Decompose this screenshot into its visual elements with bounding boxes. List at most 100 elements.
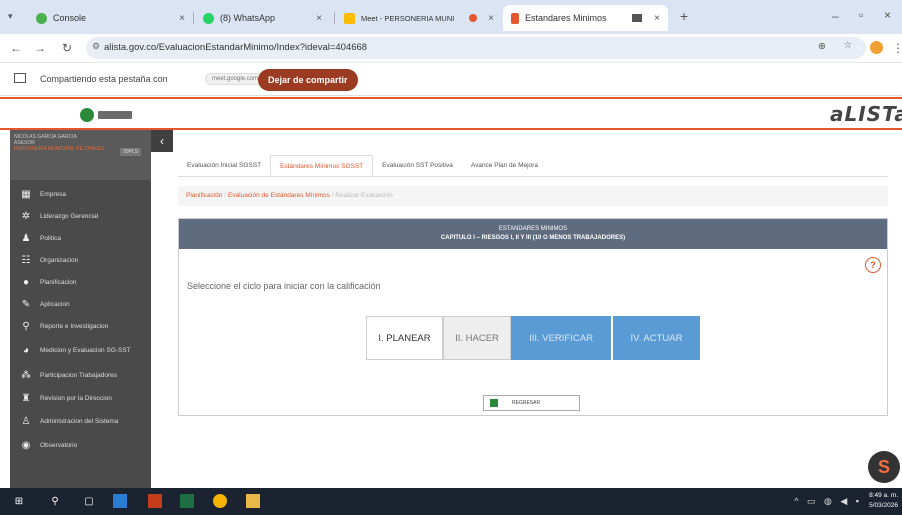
close-window-icon[interactable]: × <box>884 8 891 22</box>
sidebar-item-label: Administracion del Sistema <box>40 417 119 425</box>
close-icon[interactable]: × <box>488 13 494 24</box>
profile-avatar[interactable] <box>870 41 883 54</box>
search-icon[interactable]: ⚲ <box>48 494 62 508</box>
sidebar-item-label: Planificacion <box>40 278 77 286</box>
sidebar-item-label: Revision por la Direccion <box>40 394 112 402</box>
word-icon[interactable] <box>113 494 127 508</box>
cycle-actuar-button[interactable]: IV. ACTUAR <box>613 316 700 360</box>
back-label: REGRESAR <box>512 400 541 406</box>
breadcrumb: Planificación / Evaluación de Estándares… <box>178 186 888 206</box>
tab-meet[interactable]: Meet - PERSONERIA MUNI × <box>336 5 502 31</box>
help-icon[interactable]: ? <box>865 257 881 273</box>
clock-time: 8:49 a. m. <box>869 492 898 499</box>
breadcrumb-current: Realizar Evaluación <box>335 192 393 199</box>
sidebar-item-liderazgo[interactable]: ✲ Liderazgo Gerencial <box>10 205 151 227</box>
tab-console[interactable]: Console × <box>28 5 193 31</box>
close-icon[interactable]: × <box>654 13 660 24</box>
forward-icon[interactable]: → <box>34 41 46 55</box>
tab-evaluacion-inicial[interactable]: Evaluación Inicial SGSST <box>178 155 270 176</box>
url-text: alista.gov.co/EvaluacionEstandarMinimo/I… <box>104 42 368 53</box>
back-icon[interactable]: ← <box>10 41 22 55</box>
tab-estandares[interactable]: Estandares Minimos × <box>503 5 668 31</box>
tab-list-icon[interactable]: ▾ <box>8 11 13 22</box>
tab-estandares-minimos[interactable]: Estándares Mínimos SGSST <box>270 155 374 176</box>
meet-favicon-icon <box>344 12 355 24</box>
sidebar-item-label: Empresa <box>40 190 67 198</box>
tab-label: Console <box>53 13 87 23</box>
sidebar-item-label: Aplicacion <box>40 300 70 308</box>
back-arrow-icon <box>490 399 498 407</box>
back-button[interactable]: REGRESAR <box>483 395 580 411</box>
sidebar-item-politica[interactable]: ♟ Politica <box>10 227 151 249</box>
cycle-planear-button[interactable]: I. PLANEAR <box>366 316 443 360</box>
sidebar-item-reporte[interactable]: ⚲ Reporte e Investigacion <box>10 315 151 337</box>
tab-label: Estandares Minimos <box>525 13 607 23</box>
sidebar-item-label: Politica <box>40 234 61 242</box>
chevron-left-icon: ‹ <box>160 134 164 148</box>
share-target-chip: meet.google.com <box>205 73 266 85</box>
tab-whatsapp[interactable]: (8) WhatsApp × <box>195 5 330 31</box>
menu-kebab-icon[interactable]: ⋮ <box>892 41 902 55</box>
system-tray-icons[interactable]: ^ ▭ ◍ ◀ ▪ <box>794 496 862 507</box>
stop-sharing-button[interactable]: Dejar de compartir <box>258 69 358 91</box>
panel-title: ESTANDARES MINIMOS <box>498 226 568 232</box>
powerpoint-icon[interactable] <box>148 494 162 508</box>
admin-icon: ♙ <box>21 415 31 427</box>
browser-tab-bar: ▾ Console × (8) WhatsApp × Meet - PERSON… <box>0 0 902 34</box>
cycle-hacer-button[interactable]: II. HACER <box>443 316 511 360</box>
minimize-icon[interactable]: – <box>832 9 839 23</box>
plan-icon: ● <box>22 276 30 288</box>
sidebar-item-empresa[interactable]: ▦ Empresa <box>10 183 151 205</box>
breadcrumb-planificacion[interactable]: Planificación <box>186 192 223 199</box>
app-header: aLISTa <box>0 97 902 130</box>
cycle-verificar-button[interactable]: III. VERIFICAR <box>511 316 611 360</box>
zoom-icon[interactable]: ⊕ <box>818 41 826 52</box>
sidebar-item-label: Reporte e Investigacion <box>40 322 109 330</box>
sidebar-item-planificacion[interactable]: ● Planificacion <box>10 271 151 293</box>
sidebar-item-participacion[interactable]: ⁂ Participacion Trabajadores <box>10 364 151 386</box>
chat-widget-icon[interactable]: S <box>868 451 900 483</box>
file-explorer-icon[interactable] <box>246 494 260 508</box>
section-tabs: Evaluación Inicial SGSST Estándares Míni… <box>178 155 888 177</box>
clock[interactable]: 8:49 a. m. 5/03/2026 <box>869 491 898 511</box>
new-tab-icon[interactable]: + <box>680 8 688 24</box>
close-icon[interactable]: × <box>179 13 185 24</box>
sidebar-item-organizacion[interactable]: ☷ Organizacion <box>10 249 151 271</box>
close-icon[interactable]: × <box>316 13 322 24</box>
excel-icon[interactable] <box>180 494 194 508</box>
task-view-icon[interactable]: ▢ <box>82 494 96 508</box>
tab-evaluacion-sst-positiva[interactable]: Evaluación SST Positiva <box>373 155 462 176</box>
site-info-icon[interactable]: ⚙ <box>92 41 100 52</box>
reload-icon[interactable]: ↻ <box>62 41 72 55</box>
sidebar-item-medicion[interactable]: ◕ Medicion y Evaluacion SG-SST <box>10 339 151 361</box>
sidebar-item-aplicacion[interactable]: ✎ Aplicacion <box>10 293 151 315</box>
url-field[interactable]: ⚙ alista.gov.co/EvaluacionEstandarMinimo… <box>86 37 866 59</box>
cycle-selector: I. PLANEAR II. HACER III. VERIFICAR IV. … <box>366 316 700 360</box>
evaluation-panel: ESTANDARES MINIMOS CAPITULO I – RIESGOS … <box>178 218 888 416</box>
alista-logo: aLISTa <box>830 102 902 126</box>
address-bar-row: ← → ↻ ⚙ alista.gov.co/EvaluacionEstandar… <box>0 34 902 62</box>
sidebar-item-administracion[interactable]: ♙ Administracion del Sistema <box>10 410 151 432</box>
chrome-icon[interactable] <box>213 494 227 508</box>
sidebar-item-observatorio[interactable]: ◉ Observatorio <box>10 434 151 456</box>
sidebar-item-label: Observatorio <box>40 441 78 449</box>
org-icon: ☷ <box>21 254 31 266</box>
bookmark-star-icon[interactable]: ☆ <box>843 40 852 51</box>
sidebar-collapse-button[interactable]: ‹ <box>151 130 173 152</box>
sidebar-item-revision[interactable]: ♜ Revision por la Direccion <box>10 387 151 409</box>
clock-date: 5/03/2026 <box>869 502 898 509</box>
person-icon: ♟ <box>21 232 31 244</box>
maximize-icon[interactable]: ▫ <box>859 8 863 22</box>
tool-icon: ✎ <box>21 298 31 310</box>
windows-start-icon[interactable]: ⊞ <box>12 494 26 508</box>
organization-logo <box>80 108 132 122</box>
breadcrumb-evaluacion[interactable]: Evaluación de Estándares Mínimos <box>228 192 330 199</box>
sidebar-item-label: Participacion Trabajadores <box>40 371 117 379</box>
recording-indicator-icon <box>469 14 477 22</box>
logo-mark-icon <box>80 108 94 122</box>
tab-label: (8) WhatsApp <box>220 13 276 23</box>
sidebar-item-label: Medicion y Evaluacion SG-SST <box>40 346 131 354</box>
panel-subtitle: CAPITULO I – RIESGOS I, II Y III (10 O M… <box>440 235 626 241</box>
tab-avance-plan-mejora[interactable]: Avance Plan de Mejora <box>462 155 547 176</box>
users-icon: ✲ <box>21 210 31 222</box>
